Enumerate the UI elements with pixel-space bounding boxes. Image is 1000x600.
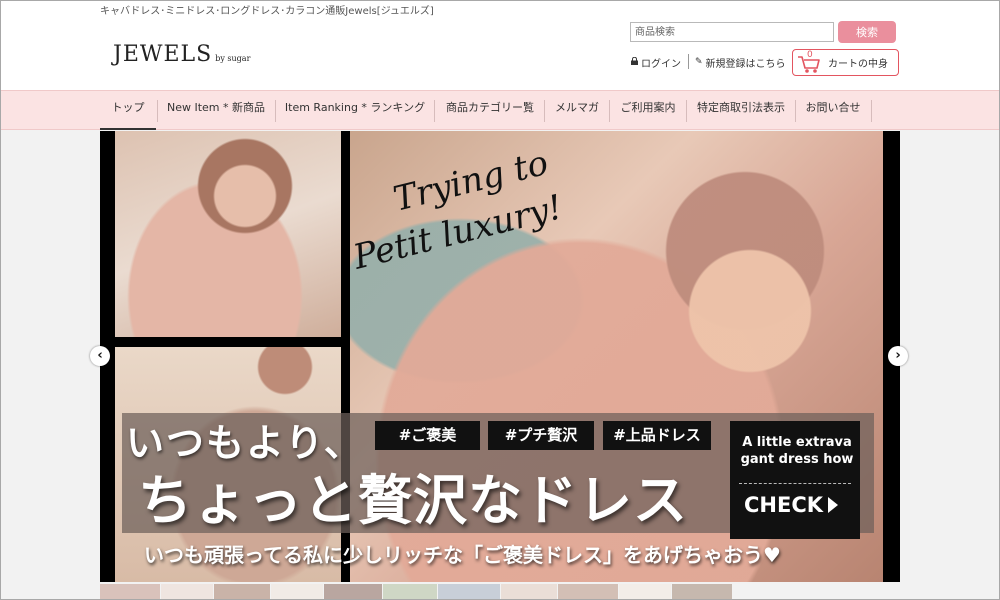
- nav-divider: [871, 100, 872, 122]
- hero-caption: いつも頑張ってる私に少しリッチな「ご褒美ドレス」をあげちゃおう♥: [144, 539, 781, 568]
- slider-next-button[interactable]: ›: [888, 346, 908, 366]
- utility-divider: [688, 54, 689, 69]
- site-header: キャバドレス･ミニドレス･ロングドレス･カラコン通販Jewels[ジュエルズ] …: [0, 0, 1000, 90]
- nav-divider: [157, 100, 158, 122]
- banner-thumbnail[interactable]: [558, 584, 618, 600]
- main-nav: トップ New Item * 新商品 Item Ranking * ランキング …: [0, 90, 1000, 130]
- banner-thumbnail[interactable]: [383, 584, 437, 600]
- pencil-icon: ✎: [695, 57, 703, 67]
- banner-thumbnail[interactable]: [161, 584, 213, 600]
- lock-icon: [631, 57, 638, 65]
- nav-item-newsletter[interactable]: メルマガ: [548, 91, 606, 130]
- nav-divider: [609, 100, 610, 122]
- nav-item-legal[interactable]: 特定商取引法表示: [690, 91, 792, 130]
- nav-divider: [544, 100, 545, 122]
- nav-divider: [795, 100, 796, 122]
- hashtag-badge: #プチ贅沢: [488, 421, 594, 450]
- site-tagline: キャバドレス･ミニドレス･ロングドレス･カラコン通販Jewels[ジュエルズ]: [100, 6, 434, 17]
- banner-thumbnail[interactable]: [619, 584, 671, 600]
- nav-divider: [434, 100, 435, 122]
- logo-main-text: JEWELS: [113, 42, 213, 67]
- banner-thumbnail[interactable]: [100, 584, 160, 600]
- nav-item-contact[interactable]: お問い合せ: [799, 91, 867, 130]
- hero-script-title: Trying to Petit luxury!: [349, 143, 567, 278]
- banner-thumbnail[interactable]: [501, 584, 557, 600]
- promo-text-line-1: A little extrava: [742, 435, 852, 450]
- promo-text-line-2: gant dress how: [740, 452, 854, 467]
- cart-count: 0: [807, 49, 813, 60]
- check-button[interactable]: CHECK: [744, 493, 839, 517]
- promo-check-box[interactable]: A little extrava gant dress how CHECK: [730, 421, 860, 539]
- banner-thumbnail[interactable]: [672, 584, 732, 600]
- heart-icon: ♥: [763, 543, 781, 567]
- nav-item-categories[interactable]: 商品カテゴリー覧: [438, 91, 542, 130]
- nav-divider: [686, 100, 687, 122]
- hero-headline-line-2: ちょっと贅沢なドレス: [138, 468, 688, 532]
- login-link[interactable]: ログイン: [631, 55, 681, 70]
- hero-banner[interactable]: Trying to Petit luxury! いつもより、 #ご褒美 #プチ贅…: [100, 131, 900, 582]
- banner-thumbnail-strip: [100, 584, 770, 600]
- banner-thumbnail[interactable]: [214, 584, 270, 600]
- nav-divider: [275, 100, 276, 122]
- site-logo[interactable]: JEWELS by sugar: [113, 42, 250, 67]
- register-link[interactable]: ✎ 新規登録はこちら: [695, 55, 786, 70]
- promo-divider: [739, 483, 851, 484]
- cart-label: カートの中身: [828, 59, 888, 70]
- search-input[interactable]: [630, 22, 834, 42]
- slider-prev-button[interactable]: ‹: [90, 346, 110, 366]
- play-arrow-icon: [828, 497, 839, 513]
- hero-caption-text: いつも頑張ってる私に少しリッチな「ご褒美ドレス」をあげちゃおう: [144, 543, 763, 567]
- logo-sub-text: by sugar: [215, 54, 251, 63]
- register-label: 新規登録はこちら: [705, 58, 786, 70]
- search-button[interactable]: 検索: [838, 21, 896, 43]
- hashtag-badge: #ご褒美: [375, 421, 480, 450]
- banner-thumbnail[interactable]: [271, 584, 323, 600]
- cart-button[interactable]: 0 カートの中身: [792, 49, 899, 76]
- nav-item-top[interactable]: トップ: [100, 91, 156, 130]
- nav-item-ranking[interactable]: Item Ranking * ランキング: [279, 91, 431, 130]
- check-button-label: CHECK: [744, 493, 824, 517]
- hashtag-badge: #上品ドレス: [603, 421, 711, 450]
- banner-thumbnail[interactable]: [438, 584, 500, 600]
- login-label: ログイン: [641, 58, 681, 70]
- nav-item-guide[interactable]: ご利用案内: [613, 91, 683, 130]
- nav-item-new-item[interactable]: New Item * 新商品: [160, 91, 272, 130]
- cart-icon: 0: [797, 49, 823, 74]
- hero-side-photo-top: [115, 131, 341, 337]
- banner-thumbnail[interactable]: [324, 584, 382, 600]
